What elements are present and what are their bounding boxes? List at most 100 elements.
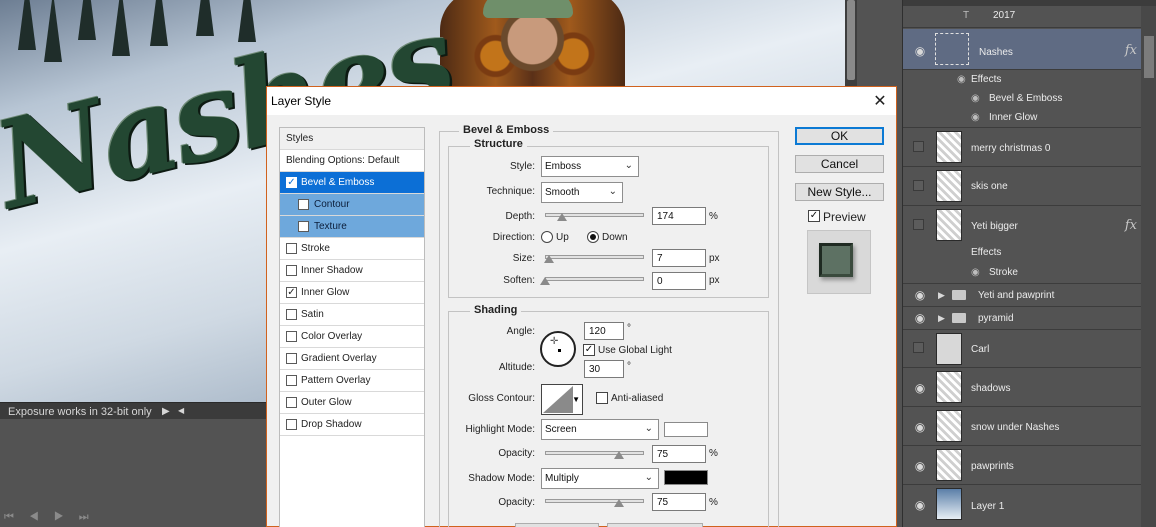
- group-row[interactable]: ◉ ▶ Yeti and pawprint: [903, 284, 1141, 307]
- style-item-drop-shadow[interactable]: Drop Shadow: [280, 414, 424, 436]
- effects-eye-icon[interactable]: ◉: [957, 74, 966, 85]
- shadow-opacity-input[interactable]: 75: [652, 493, 706, 511]
- style-checkbox[interactable]: [298, 221, 309, 232]
- visibility-toggle-box[interactable]: [913, 342, 924, 353]
- styles-header[interactable]: Styles: [280, 128, 424, 150]
- style-item-color-overlay[interactable]: Color Overlay: [280, 326, 424, 348]
- group-row[interactable]: ◉ ▶ pyramid: [903, 307, 1141, 330]
- size-slider-knob[interactable]: [543, 255, 554, 263]
- global-light-checkbox[interactable]: ✓: [583, 344, 595, 356]
- shadow-color-swatch[interactable]: [664, 470, 708, 485]
- effects-row[interactable]: ◉ Effects: [903, 70, 1141, 90]
- layer-row[interactable]: ◉ Layer 1: [903, 485, 1141, 527]
- effect-eye-icon[interactable]: ◉: [971, 93, 980, 104]
- effects-row[interactable]: Effects: [903, 244, 1141, 263]
- blending-options-item[interactable]: Blending Options: Default: [280, 150, 424, 172]
- style-checkbox[interactable]: [298, 199, 309, 210]
- direction-down-radio[interactable]: [587, 231, 599, 243]
- style-checkbox[interactable]: [286, 375, 297, 386]
- style-checkbox[interactable]: ✓: [286, 177, 297, 188]
- style-item-stroke[interactable]: Stroke: [280, 238, 424, 260]
- timeline-controls[interactable]: ⏮ ◀ ▶ ⏭: [0, 508, 300, 527]
- style-item-pattern-overlay[interactable]: Pattern Overlay: [280, 370, 424, 392]
- visibility-eye-icon[interactable]: ◉: [912, 45, 928, 57]
- highlight-opacity-input[interactable]: 75: [652, 445, 706, 463]
- status-menu-arrow-icon[interactable]: ▶: [162, 406, 170, 417]
- visibility-eye-icon[interactable]: ◉: [912, 382, 928, 394]
- size-slider[interactable]: [545, 255, 644, 259]
- ok-button[interactable]: OK: [795, 127, 884, 145]
- layer-row[interactable]: skis one: [903, 167, 1141, 206]
- style-item-contour[interactable]: Contour: [280, 194, 424, 216]
- soften-slider-knob[interactable]: [540, 277, 550, 285]
- effect-eye-icon[interactable]: ◉: [971, 267, 980, 278]
- layer-row[interactable]: T 2017: [903, 6, 1141, 28]
- new-style-button[interactable]: New Style...: [795, 183, 884, 201]
- depth-slider-knob[interactable]: [556, 213, 567, 221]
- visibility-eye-icon[interactable]: ◉: [912, 460, 928, 472]
- highlight-opacity-slider[interactable]: [545, 451, 644, 455]
- gloss-contour-picker[interactable]: ▼: [541, 384, 583, 415]
- style-dropdown[interactable]: Emboss ⌄: [541, 156, 639, 177]
- technique-dropdown[interactable]: Smooth ⌄: [541, 182, 623, 203]
- style-checkbox[interactable]: ✓: [286, 287, 297, 298]
- visibility-eye-icon[interactable]: ◉: [912, 289, 928, 301]
- depth-input[interactable]: 174: [652, 207, 706, 225]
- expand-caret-icon[interactable]: ▶: [938, 290, 945, 301]
- style-item-inner-glow[interactable]: ✓ Inner Glow: [280, 282, 424, 304]
- style-item-satin[interactable]: Satin: [280, 304, 424, 326]
- dialog-title-bar[interactable]: Layer Style ✕: [267, 87, 896, 115]
- close-icon[interactable]: ✕: [870, 91, 890, 111]
- cancel-button[interactable]: Cancel: [795, 155, 884, 173]
- highlight-mode-dropdown[interactable]: Screen ⌄: [541, 419, 659, 440]
- style-checkbox[interactable]: [286, 309, 297, 320]
- visibility-eye-icon[interactable]: ◉: [912, 499, 928, 511]
- size-input[interactable]: 7: [652, 249, 706, 267]
- style-item-texture[interactable]: Texture: [280, 216, 424, 238]
- style-item-outer-glow[interactable]: Outer Glow: [280, 392, 424, 414]
- style-checkbox[interactable]: [286, 397, 297, 408]
- visibility-toggle-box[interactable]: [913, 141, 924, 152]
- altitude-input[interactable]: 30: [584, 360, 624, 378]
- highlight-opacity-knob[interactable]: [614, 451, 625, 459]
- make-default-button[interactable]: [515, 523, 599, 527]
- layer-row[interactable]: merry christmas 0: [903, 128, 1141, 167]
- layer-row-selected[interactable]: ◉ Nashes fx: [903, 29, 1141, 70]
- visibility-eye-icon[interactable]: ◉: [912, 421, 928, 433]
- scrollbar-thumb[interactable]: [847, 0, 855, 80]
- layer-row[interactable]: ◉ snow under Nashes: [903, 407, 1141, 446]
- soften-input[interactable]: 0: [652, 272, 706, 290]
- style-checkbox[interactable]: [286, 353, 297, 364]
- style-checkbox[interactable]: [286, 331, 297, 342]
- layers-scrollbar[interactable]: [1141, 6, 1156, 527]
- style-checkbox[interactable]: [286, 243, 297, 254]
- layer-row[interactable]: Carl: [903, 330, 1141, 368]
- highlight-color-swatch[interactable]: [664, 422, 708, 437]
- soften-slider[interactable]: [545, 277, 644, 281]
- direction-up-radio[interactable]: [541, 231, 553, 243]
- style-item-bevel-emboss[interactable]: ✓ Bevel & Emboss: [280, 172, 424, 194]
- angle-input[interactable]: 120: [584, 322, 624, 340]
- status-scroll-left-icon[interactable]: ◀: [178, 406, 184, 415]
- reset-to-default-button[interactable]: [607, 523, 703, 527]
- layer-row[interactable]: ◉ shadows: [903, 368, 1141, 407]
- effect-row[interactable]: ◉ Bevel & Emboss: [903, 90, 1141, 109]
- effect-eye-icon[interactable]: ◉: [971, 112, 980, 123]
- effect-row[interactable]: ◉ Stroke: [903, 263, 1141, 284]
- style-checkbox[interactable]: [286, 265, 297, 276]
- shadow-mode-dropdown[interactable]: Multiply ⌄: [541, 468, 659, 489]
- fx-icon[interactable]: fx: [1125, 43, 1137, 58]
- fx-icon[interactable]: fx: [1125, 218, 1137, 233]
- scrollbar-thumb[interactable]: [1144, 36, 1154, 78]
- layer-row[interactable]: Yeti bigger fx: [903, 206, 1141, 244]
- style-checkbox[interactable]: [286, 419, 297, 430]
- layer-row[interactable]: ◉ pawprints: [903, 446, 1141, 485]
- style-item-gradient-overlay[interactable]: Gradient Overlay: [280, 348, 424, 370]
- anti-aliased-checkbox[interactable]: [596, 392, 608, 404]
- visibility-toggle-box[interactable]: [913, 180, 924, 191]
- visibility-eye-icon[interactable]: ◉: [912, 312, 928, 324]
- expand-caret-icon[interactable]: ▶: [938, 313, 945, 324]
- preview-checkbox[interactable]: ✓: [808, 210, 820, 222]
- shadow-opacity-slider[interactable]: [545, 499, 644, 503]
- angle-dial[interactable]: ✛: [540, 331, 576, 367]
